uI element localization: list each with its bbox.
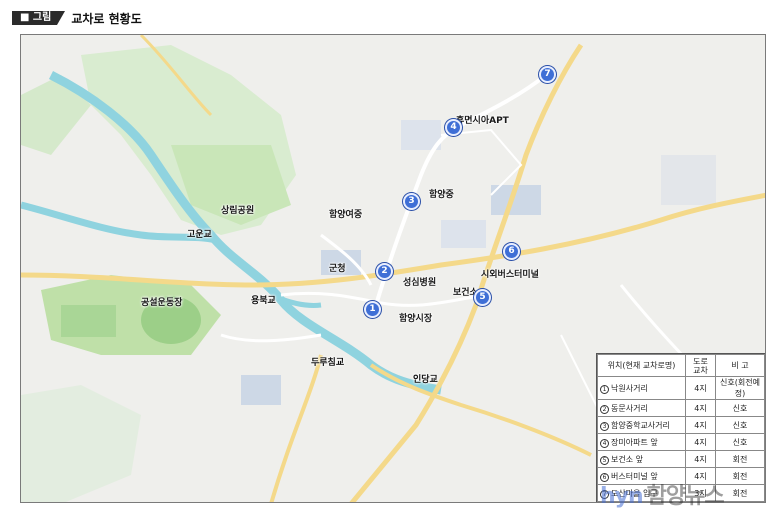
building-block [661,155,716,205]
legend-location: 3 함양중학교사거리 [597,416,686,434]
legend-note: 신호 [715,416,765,434]
building-block [441,220,486,248]
legend-note: 신호 [715,399,765,417]
intersection-marker-6[interactable]: 6 [503,243,520,260]
legend-number: 2 [600,404,609,414]
legend-row: 2 동문사거리 4지 신호 [597,399,765,417]
legend-road: 4지 [685,416,716,434]
legend-header-road: 도로 교차 [685,354,716,377]
legend-header-location: 위치(현재 교차로명) [597,354,686,377]
label-humansia-apt: 휴면시아APT [456,116,509,126]
figure-tag: ■ 그림 [12,11,66,25]
legend-location: 1 낙원사거리 [597,376,686,400]
legend-row: 1 낙원사거리 4지 신호(회전예정) [597,376,765,400]
intersection-marker-7[interactable]: 7 [539,66,556,83]
legend-note: 신호(회전예정) [715,376,765,400]
watermark-name: 함양뉴스 [646,484,725,509]
label-seongsim-hospital: 성심병원 [403,278,437,288]
intersection-map[interactable]: 휴면시아APT 함양중 상림공원 함양여중 고운교 군청 성심병원 시외버스터미… [20,34,766,503]
figure-title: 교차로 현황도 [71,11,142,26]
news-watermark: hyn 함양뉴스 [600,478,725,510]
intersection-marker-1[interactable]: 1 [364,301,381,318]
legend-location-text: 낙원사거리 [611,383,648,393]
legend-road: 4지 [685,450,716,468]
legend-note: 회전 [715,450,765,468]
intersection-marker-3[interactable]: 3 [403,193,420,210]
legend-road: 4지 [685,376,716,400]
label-hamyang-girls-middle: 함양여중 [329,210,363,220]
legend-location: 2 동문사거리 [597,399,686,417]
label-sangrim-park: 상림공원 [221,206,255,216]
legend-location-text: 함양중학교사거리 [611,420,670,430]
legend-number: 1 [600,384,609,394]
intersection-marker-5[interactable]: 5 [474,289,491,306]
legend-number: 3 [600,421,609,431]
legend-location-text: 보건소 앞 [611,454,643,464]
legend-number: 4 [600,438,609,448]
figure-header: ■ 그림 교차로 현황도 [12,9,142,27]
legend-row: 3 함양중학교사거리 4지 신호 [597,416,765,434]
legend-location: 4 장미아파트 앞 [597,433,686,451]
label-duruchim-bridge: 두루침교 [311,358,345,368]
label-county-office: 군청 [329,264,346,274]
legend-row: 5 보건소 앞 4지 회전 [597,450,765,468]
legend-road: 4지 [685,399,716,417]
label-goun-bridge: 고운교 [187,230,212,240]
legend-header-row: 위치(현재 교차로명) 도로 교차 비 고 [597,354,765,377]
label-yongbuk-bridge: 용북교 [251,296,276,306]
legend-header-note: 비 고 [715,354,765,377]
legend-road: 4지 [685,433,716,451]
legend-row: 4 장미아파트 앞 4지 신호 [597,433,765,451]
legend-number: 5 [600,455,609,465]
label-indang-bridge: 인당교 [413,375,438,385]
building-block [241,375,281,405]
label-bus-terminal: 시외버스터미널 [481,270,539,280]
legend-location-text: 장미아파트 앞 [611,437,658,447]
legend-location: 5 보건소 앞 [597,450,686,468]
intersection-marker-4[interactable]: 4 [445,119,462,136]
label-hamyang-middle-school: 함양중 [429,190,454,200]
label-hamyang-market: 함양시장 [399,314,433,324]
label-public-stadium: 공설운동장 [141,298,183,308]
intersection-marker-2[interactable]: 2 [376,263,393,280]
watermark-logo: hyn [600,484,644,509]
legend-note: 신호 [715,433,765,451]
legend-location-text: 동문사거리 [611,403,648,413]
field-area [61,305,116,337]
